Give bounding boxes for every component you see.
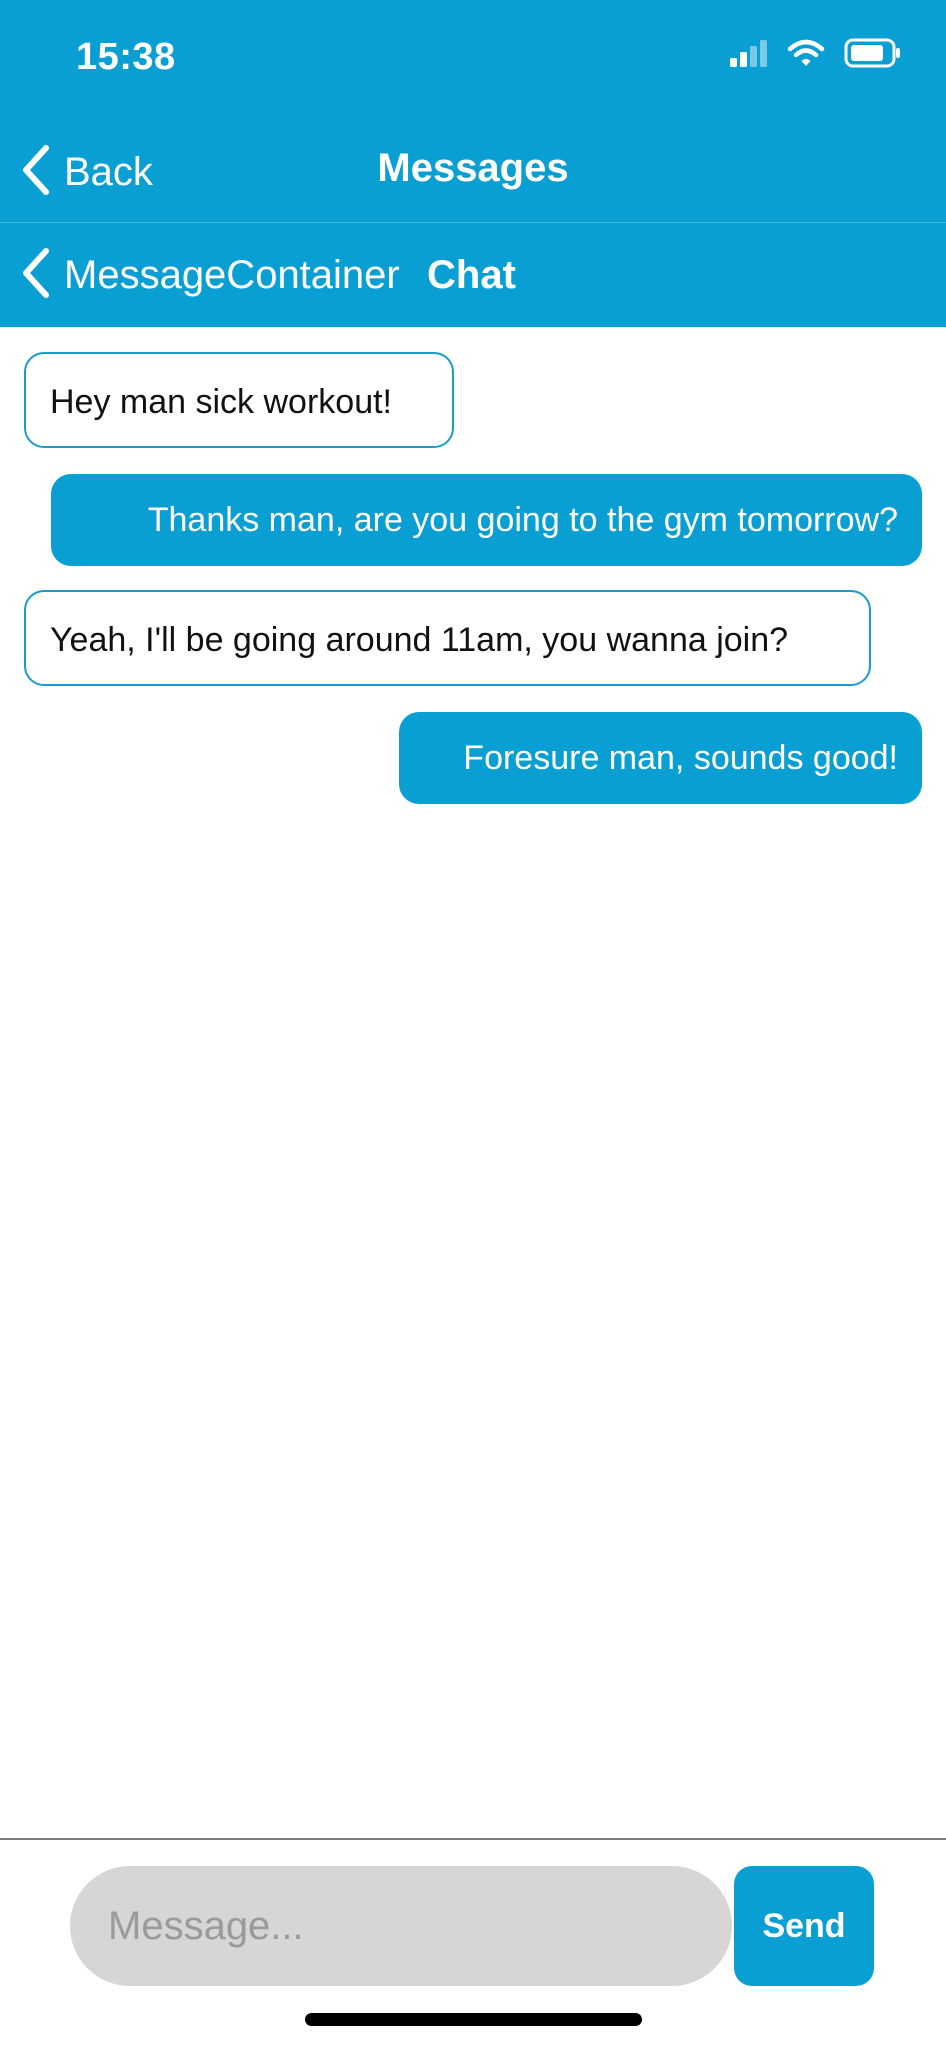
wifi-icon	[786, 38, 826, 73]
status-icons	[728, 38, 902, 73]
message-bubble-sent: Foresure man, sounds good!	[399, 712, 922, 804]
back-button-label: Back	[64, 149, 153, 194]
message-bubble-received: Hey man sick workout!	[24, 352, 454, 448]
message-bubble-sent: Thanks man, are you going to the gym tom…	[51, 474, 922, 566]
message-input[interactable]	[70, 1866, 732, 1986]
battery-icon	[844, 38, 902, 73]
chat-header: MessageContainer Chat	[0, 223, 946, 327]
navigation-bar: Messages Back	[0, 120, 946, 223]
status-time: 15:38	[76, 36, 176, 78]
message-container-back-label: MessageContainer	[64, 252, 400, 297]
back-button[interactable]: Back	[20, 142, 153, 202]
signal-icon	[728, 38, 768, 73]
chevron-left-icon	[20, 247, 50, 304]
chat-title: Chat	[427, 253, 516, 297]
message-bubble-received: Yeah, I'll be going around 11am, you wan…	[24, 590, 871, 686]
message-list[interactable]: Hey man sick workout! Thanks man, are yo…	[0, 327, 946, 1837]
home-indicator[interactable]	[305, 2013, 642, 2026]
chevron-left-icon	[20, 144, 50, 201]
status-bar: 15:38	[0, 0, 946, 120]
send-button[interactable]: Send	[734, 1866, 874, 1986]
message-container-back-button[interactable]: MessageContainer	[20, 245, 400, 305]
